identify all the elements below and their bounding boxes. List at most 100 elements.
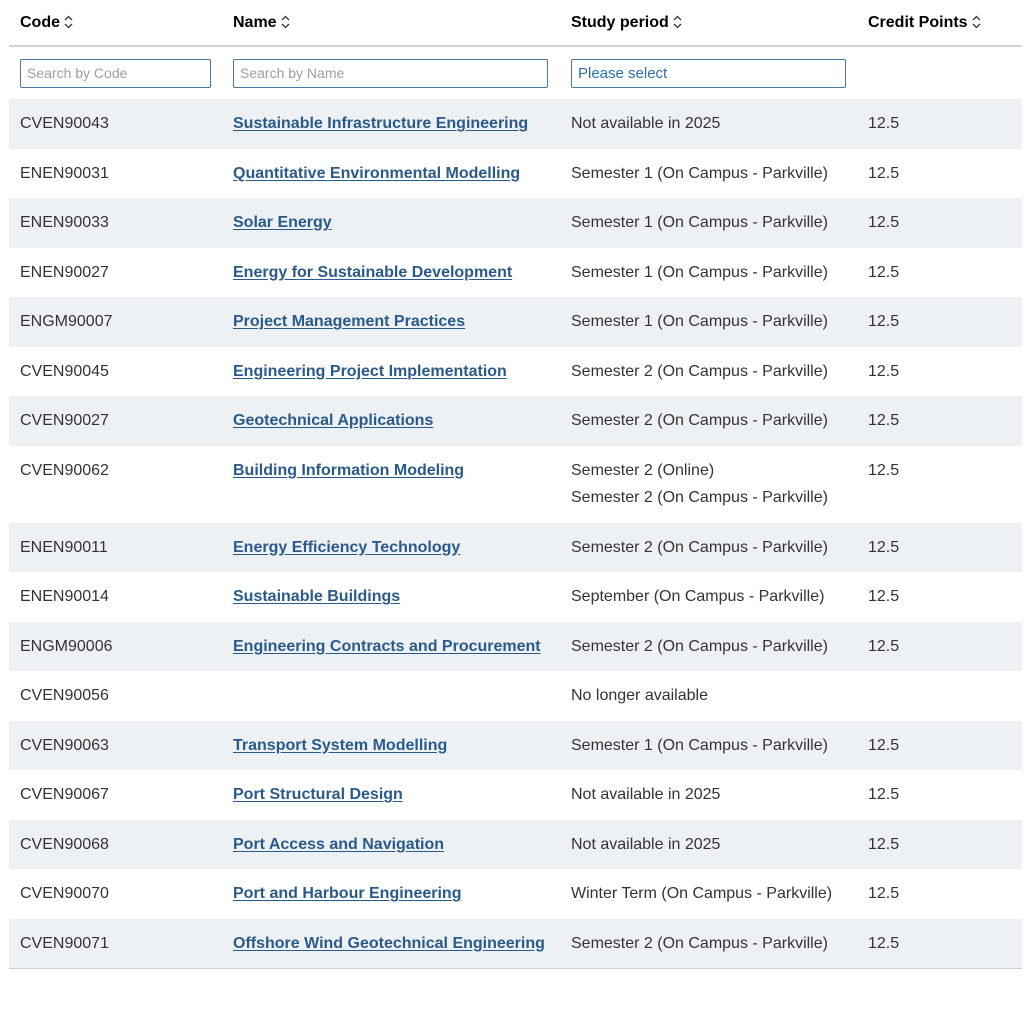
column-header-study-period[interactable]: Study period	[560, 0, 857, 47]
table-row: ENEN90014 Sustainable Buildings September …	[9, 572, 1022, 622]
column-header-name[interactable]: Name	[222, 0, 560, 47]
subject-name-link[interactable]: Engineering Project Implementation	[233, 363, 507, 380]
subject-code: CVEN90027	[9, 396, 222, 446]
credit-filter-cell	[857, 46, 1022, 99]
table-filter-row: Please select	[9, 46, 1022, 99]
subject-name-link[interactable]: Engineering Contracts and Procurement	[233, 638, 541, 655]
study-period: Semester 1 (On Campus - Parkville)	[571, 214, 828, 231]
study-period-cell: Semester 2 (On Campus - Parkville)	[560, 346, 857, 396]
credit-points: 12.5	[857, 297, 1022, 347]
study-period-cell: Semester 1 (On Campus - Parkville)	[560, 148, 857, 198]
study-period: Semester 1 (On Campus - Parkville)	[571, 313, 828, 330]
table-row: CVEN90071 Offshore Wind Geotechnical Engi…	[9, 918, 1022, 969]
subject-name-cell: Port and Harbour Engineering	[222, 869, 560, 919]
sort-icon	[673, 15, 682, 28]
credit-points: 12.5	[857, 621, 1022, 671]
subject-name-link[interactable]: Project Management Practices	[233, 313, 465, 330]
table-row: ENEN90027 Energy for Sustainable Developm…	[9, 247, 1022, 297]
study-period: Semester 1 (On Campus - Parkville)	[571, 164, 828, 182]
column-header-credit-points[interactable]: Credit Points	[857, 0, 1022, 47]
subject-name-cell: Solar Energy	[222, 198, 560, 248]
subject-name-cell: Port Access and Navigation	[222, 819, 560, 869]
study-period-select-value: Please select	[578, 64, 668, 82]
credit-points: 12.5	[857, 819, 1022, 869]
study-period: Semester 2 (On Campus - Parkville)	[571, 412, 828, 429]
credit-points: 12.5	[857, 346, 1022, 396]
subject-name-link[interactable]: Quantitative Environmental Modelling	[233, 165, 520, 182]
study-period-cell: Semester 2 (On Campus - Parkville)	[560, 522, 857, 572]
subject-name-cell	[222, 671, 560, 721]
table-row: CVEN90067 Port Structural Design Not avail…	[9, 770, 1022, 820]
table-row: CVEN90043 Sustainable Infrastructure Engi…	[9, 99, 1022, 149]
table-row: ENGM90006 Engineering Contracts and Procu…	[9, 621, 1022, 671]
study-period-cell: Semester 1 (On Campus - Parkville)	[560, 720, 857, 770]
name-search-input[interactable]	[233, 58, 548, 88]
credit-points: 12.5	[857, 396, 1022, 446]
subject-code: CVEN90043	[9, 99, 222, 149]
credit-points: 12.5	[857, 572, 1022, 622]
subject-name-cell: Quantitative Environmental Modelling	[222, 148, 560, 198]
subject-name-link[interactable]: Port Access and Navigation	[233, 836, 444, 853]
subject-name-link[interactable]: Energy Efficiency Technology	[233, 539, 460, 556]
name-filter-cell	[222, 46, 560, 99]
table-row: CVEN90056 No longer available	[9, 671, 1022, 721]
study-period: Semester 2 (On Campus - Parkville)	[571, 934, 828, 952]
study-period: September (On Campus - Parkville)	[571, 588, 825, 605]
subject-name-link[interactable]: Sustainable Infrastructure Engineering	[233, 115, 528, 132]
subject-code: CVEN90071	[9, 918, 222, 969]
table-row: CVEN90062 Building Information Modeling Se…	[9, 445, 1022, 523]
table-row: CVEN90070 Port and Harbour Engineering Win…	[9, 869, 1022, 919]
study-period: Not available in 2025	[571, 835, 721, 853]
study-period: No longer available	[571, 687, 708, 704]
subjects-table-container: Code Name Study period Credit Points Sea…	[9, 0, 1022, 969]
column-header-label: Study period	[571, 13, 669, 31]
study-period: Not available in 2025	[571, 115, 721, 132]
credit-points: 12.5	[857, 148, 1022, 198]
table-row: ENEN90011 Energy Efficiency Technology Sem…	[9, 522, 1022, 572]
subject-code: ENEN90031	[9, 148, 222, 198]
study-period-select[interactable]: Please select	[571, 58, 846, 88]
study-period-cell: Not available in 2025	[560, 819, 857, 869]
subject-name-cell: Energy for Sustainable Development	[222, 247, 560, 297]
sort-icon	[281, 15, 290, 28]
subject-name-link[interactable]: Transport System Modelling	[233, 737, 447, 754]
subject-code: ENGM90007	[9, 297, 222, 347]
column-header-label: Credit Points	[868, 13, 968, 31]
study-period: Semester 1 (On Campus - Parkville)	[571, 263, 828, 281]
code-filter-cell	[9, 46, 222, 99]
subject-name-cell: Transport System Modelling	[222, 720, 560, 770]
study-period-cell: Not available in 2025	[560, 770, 857, 820]
column-header-code[interactable]: Code	[9, 0, 222, 47]
table-row: CVEN90045 Engineering Project Implementat…	[9, 346, 1022, 396]
subject-name-link[interactable]: Offshore Wind Geotechnical Engineering	[233, 935, 545, 952]
code-search-input[interactable]	[20, 58, 211, 88]
credit-points: 12.5	[857, 869, 1022, 919]
subject-name-cell: Sustainable Infrastructure Engineering	[222, 99, 560, 149]
credit-points: 12.5	[857, 99, 1022, 149]
subject-code: ENEN90027	[9, 247, 222, 297]
study-period-cell: September (On Campus - Parkville)	[560, 572, 857, 622]
subject-name-link[interactable]: Energy for Sustainable Development	[233, 264, 512, 281]
subject-name-link[interactable]: Port and Harbour Engineering	[233, 885, 461, 902]
table-body: CVEN90043 Sustainable Infrastructure Engi…	[9, 99, 1022, 969]
subject-name-link[interactable]: Solar Energy	[233, 214, 332, 231]
subject-code: ENEN90033	[9, 198, 222, 248]
study-period-cell: Semester 2 (Online) Semester 2 (On Campus…	[560, 445, 857, 523]
subject-name-link[interactable]: Port Structural Design	[233, 786, 403, 803]
subject-code: CVEN90056	[9, 671, 222, 721]
subject-code: CVEN90063	[9, 720, 222, 770]
table-row: ENGM90007 Project Management Practices Sem…	[9, 297, 1022, 347]
sort-icon	[64, 15, 73, 28]
credit-points: 12.5	[857, 247, 1022, 297]
subject-name-link[interactable]: Geotechnical Applications	[233, 412, 433, 429]
subject-name-link[interactable]: Building Information Modeling	[233, 462, 464, 479]
credit-points: 12.5	[857, 198, 1022, 248]
study-period-cell: Semester 1 (On Campus - Parkville)	[560, 297, 857, 347]
subject-code: CVEN90067	[9, 770, 222, 820]
subject-name-cell: Sustainable Buildings	[222, 572, 560, 622]
subject-code: CVEN90070	[9, 869, 222, 919]
credit-points: 12.5	[857, 770, 1022, 820]
subject-name-link[interactable]: Sustainable Buildings	[233, 588, 400, 605]
subject-code: CVEN90062	[9, 445, 222, 523]
study-period: Semester 2 (On Campus - Parkville)	[571, 637, 828, 655]
